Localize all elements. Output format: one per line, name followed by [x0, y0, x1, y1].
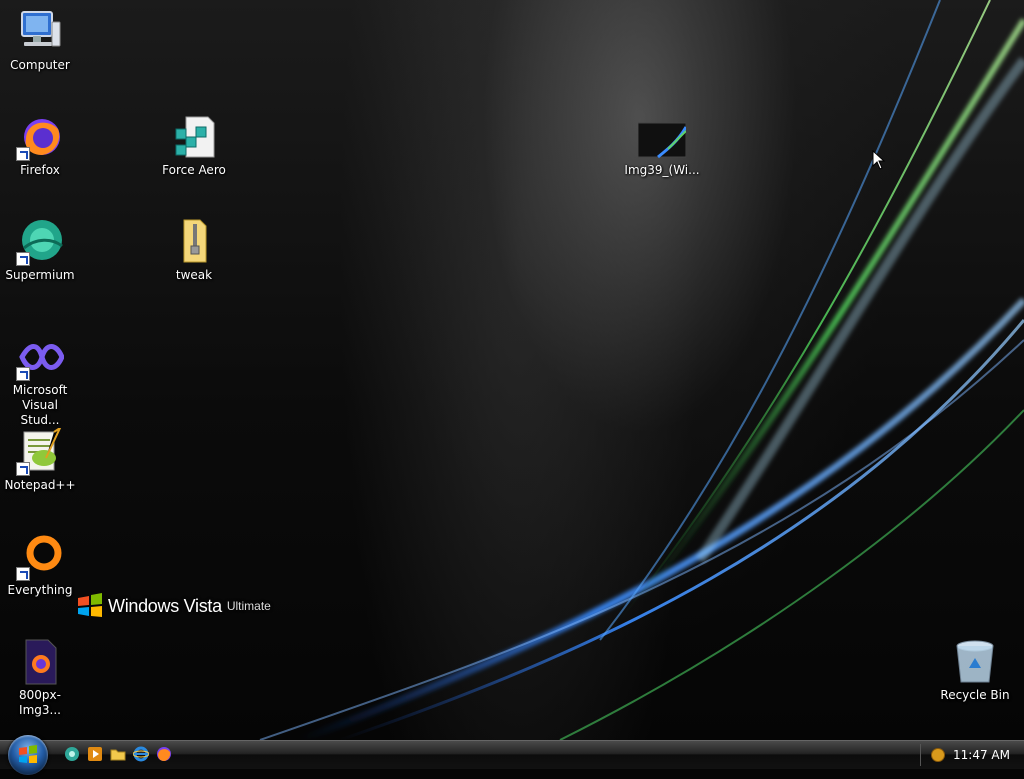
desktop-icon-visual-studio[interactable]: Microsoft Visual Stud... [0, 333, 80, 428]
system-tray: 11:47 AM [920, 741, 1024, 769]
desktop-icon-label: Microsoft Visual Stud... [12, 383, 68, 427]
edition-name: Ultimate [226, 599, 271, 613]
desktop-icon-supermium[interactable]: Supermium [0, 218, 80, 283]
desktop-icon-label: Force Aero [162, 163, 226, 177]
desktop-icon-label: Everything [7, 583, 73, 597]
desktop-icon-label: tweak [175, 268, 213, 282]
shortcut-arrow-icon [16, 367, 30, 381]
desktop-icon-notepad-plus-plus[interactable]: Notepad++ [0, 425, 80, 493]
desktop-icon-everything[interactable]: Everything [0, 533, 80, 598]
notepad-plus-plus-icon [16, 425, 64, 476]
explorer-folder-icon[interactable] [110, 746, 126, 762]
wallpaper [259, 0, 1024, 740]
start-orb-icon[interactable] [8, 735, 48, 775]
internet-explorer-icon[interactable] [132, 746, 150, 762]
desktop-icon-label: Notepad++ [4, 478, 76, 492]
desktop-icon-label: 800px-Img3... [19, 688, 61, 717]
desktop-icon-label: Supermium [5, 268, 75, 282]
desktop-icon-wallpaper-image[interactable]: Img39_(Wi... [622, 113, 702, 178]
zip-folder-icon [170, 218, 218, 266]
desktop-icon-firefox[interactable]: Firefox [0, 113, 80, 178]
quick-launch-bar [64, 746, 179, 762]
recycle-bin-icon [951, 638, 999, 686]
windows-flag-icon [76, 592, 104, 620]
desktop-icon-recycle-bin[interactable]: Recycle Bin [935, 638, 1015, 703]
windows-vista-logo: Windows Vista Ultimate [76, 592, 271, 620]
wallpaper-thumbnail-icon [637, 113, 688, 161]
desktop-icon-computer[interactable]: Computer [0, 8, 80, 73]
desktop-icon-label: Recycle Bin [940, 688, 1010, 702]
mouse-pointer-icon [872, 149, 886, 174]
shortcut-arrow-icon [16, 462, 30, 476]
desktop-icon-force-aero[interactable]: Force Aero [154, 113, 234, 178]
notification-icon[interactable] [931, 748, 946, 762]
tray-divider [920, 744, 922, 766]
computer-icon [16, 8, 64, 56]
everything-search-icon [16, 533, 64, 581]
shortcut-arrow-icon [16, 147, 30, 161]
taskbar: 11:47 AM [0, 735, 1024, 775]
image-file-icon [16, 638, 64, 686]
brand-name: Windows Vista [108, 595, 222, 616]
firefox-icon[interactable] [156, 746, 172, 762]
desktop-icon-label: Firefox [20, 163, 60, 177]
desktop-icon-tweak[interactable]: tweak [154, 218, 234, 283]
firefox-icon [16, 113, 64, 161]
desktop-icon-label: Computer [10, 58, 70, 72]
visual-studio-icon [16, 333, 65, 381]
windows-flag-icon [19, 745, 37, 763]
show-desktop-icon[interactable] [64, 746, 80, 762]
shortcut-arrow-icon [16, 252, 30, 266]
media-player-icon[interactable] [87, 746, 103, 762]
clock[interactable]: 11:47 AM [953, 748, 1010, 762]
desktop[interactable]: Computer Firefox Supermium Microsoft Vis… [0, 0, 1024, 740]
shortcut-arrow-icon [16, 567, 30, 581]
supermium-icon [16, 218, 64, 266]
desktop-icon-label: Img39_(Wi... [624, 163, 700, 177]
registry-file-icon [170, 113, 218, 161]
desktop-icon-image-file[interactable]: 800px-Img3... [0, 638, 80, 718]
